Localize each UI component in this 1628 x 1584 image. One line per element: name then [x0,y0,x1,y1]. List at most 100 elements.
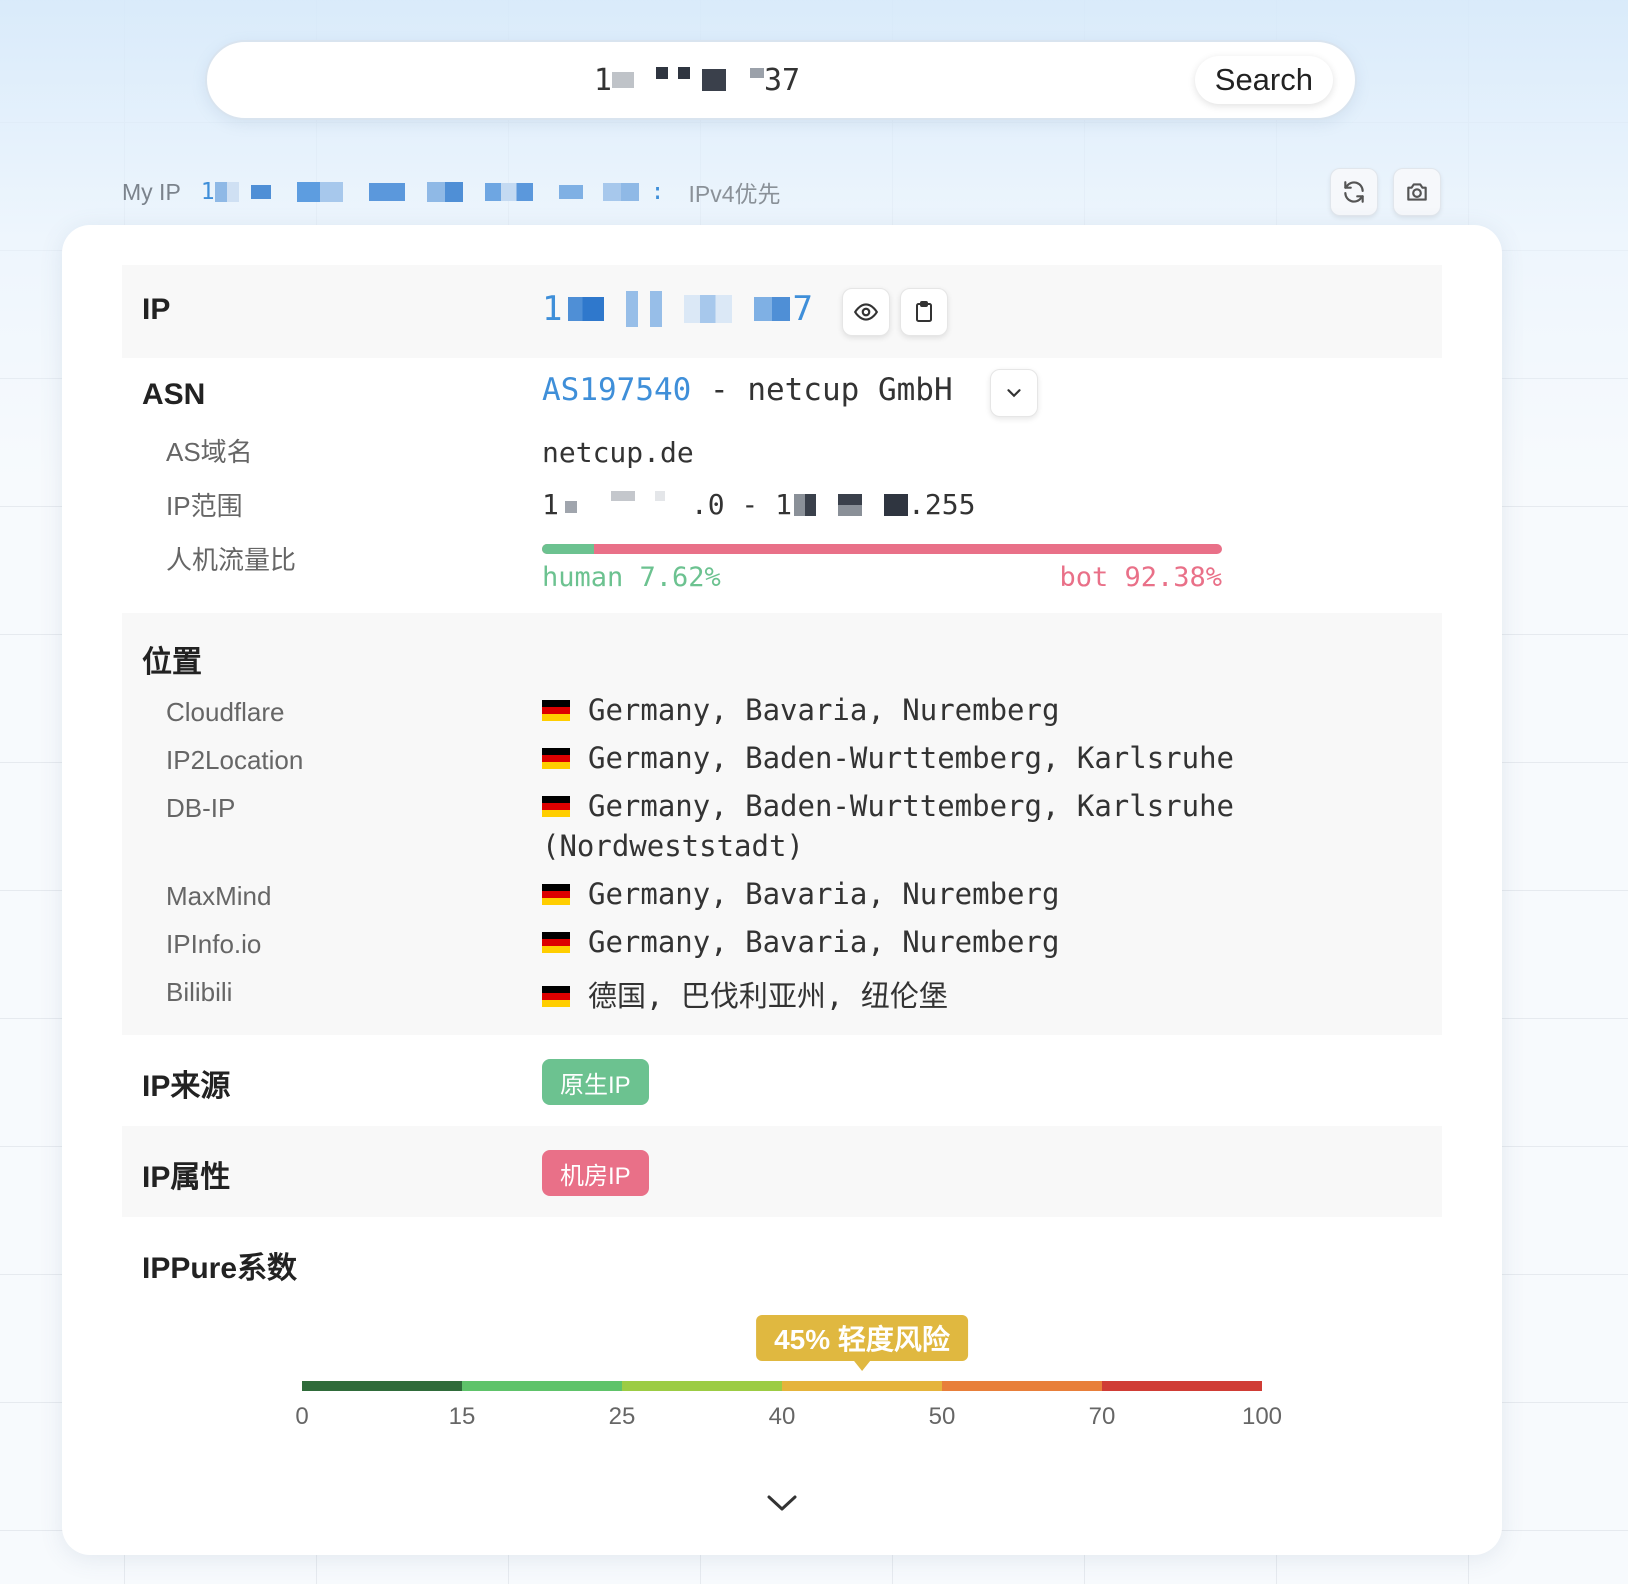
risk-scale-tick: 100 [1241,1403,1283,1430]
my-ip-value-prefix: 1 [200,179,215,205]
masked-text [426,182,463,202]
refresh-button[interactable] [1330,168,1378,216]
risk-scale-tick: 40 [768,1403,796,1430]
masked-text [368,183,405,201]
asn-separator: - [691,372,748,408]
ip-preference[interactable]: IPv4优先 [689,175,781,209]
location-source-dbip: DB-IP [166,793,236,823]
location-value-maxmind: Germany, Bavaria, Nuremberg [542,877,1059,911]
asn-number-link[interactable]: AS197540 [542,372,691,408]
location-text: Germany, Bavaria, Nuremberg [588,693,1060,727]
location-label: 位置 [142,646,202,679]
as-domain-value: netcup.de [542,436,694,469]
location-text: Germany, Baden-Wurttemberg, Karlsruhe [588,789,1235,823]
location-value-ip2location: Germany, Baden-Wurttemberg, Karlsruhe [542,741,1234,775]
ip-attribute-label: IP属性 [142,1161,231,1194]
masked-text [794,493,817,516]
my-ip-value[interactable]: 1 : [201,179,665,205]
copy-ip-button[interactable] [900,288,948,336]
as-domain-label: AS域名 [166,437,253,467]
masked-text [558,185,583,199]
eye-icon [853,303,879,321]
datacenter-ip-badge: 机房IP [542,1150,649,1196]
masked-text [296,182,343,202]
germany-flag-icon [542,931,570,953]
location-text: Germany, Bavaria, Nuremberg [588,925,1060,959]
search-bar: 1 37 Search [205,40,1357,120]
masked-text [677,67,690,79]
ip-range-start-prefix: 1 [542,488,559,521]
germany-flag-icon [542,985,570,1007]
masked-text [701,69,726,91]
traffic-ratio-bar [542,544,1222,554]
bot-ratio-text: bot 92.38% [1059,562,1222,593]
human-ratio-text: human 7.62% [542,562,721,593]
location-text: Germany, Bavaria, Nuremberg [588,877,1060,911]
masked-text [884,493,909,516]
masked-text [602,183,639,201]
masked-text [749,68,764,78]
search-input[interactable]: 1 37 [247,56,1147,104]
risk-scale-tick: 50 [928,1403,956,1430]
risk-score-tag: 45% 轻度风险 [756,1315,968,1371]
ip-range-end-suffix: .255 [908,488,976,521]
chevron-down-icon [767,1495,797,1511]
my-ip-row: My IP 1 : IPv4优先 [122,172,781,212]
location-section: 位置 Cloudflare Germany, Bavaria, Nurember… [122,613,1442,1035]
ip-source-label: IP来源 [142,1070,231,1103]
location-source-maxmind: MaxMind [166,881,272,911]
masked-text [654,490,665,501]
risk-scale-segment [622,1381,782,1391]
asn-expand-button[interactable] [990,369,1038,417]
search-value-prefix: 1 [593,62,612,98]
ippure-label: IPPure系数 [142,1252,298,1285]
masked-text [684,295,733,323]
germany-flag-icon [542,747,570,769]
masked-text [250,185,271,199]
location-text: 德国, 巴伐利亚州, 纽伦堡 [588,979,948,1013]
germany-flag-icon [542,795,570,817]
masked-text [754,297,791,321]
asn-section: ASN AS197540 - netcup GmbH AS域名 netcup.d… [122,358,1442,613]
location-value-dbip: Germany, Baden-Wurttemberg, Karlsruhe [542,789,1234,823]
location-value-bilibili: 德国, 巴伐利亚州, 纽伦堡 [542,973,948,1015]
location-value-dbip-cont: (Nordweststadt) [542,829,804,863]
screenshot-button[interactable] [1393,168,1441,216]
ip-value-prefix: 1 [542,289,563,329]
germany-flag-icon [542,883,570,905]
ip-attribute-row: IP属性 机房IP [122,1126,1442,1217]
masked-text [568,297,605,321]
risk-scale-tick: 15 [448,1403,476,1430]
traffic-ratio-label: 人机流量比 [166,545,297,575]
risk-scale-segment [302,1381,462,1391]
location-source-cloudflare: Cloudflare [166,697,285,727]
masked-text [214,182,239,202]
location-value-ipinfo: Germany, Bavaria, Nuremberg [542,925,1059,959]
ip-value-suffix: 7 [792,289,813,329]
masked-text [838,493,863,516]
traffic-ratio-human-fill [542,544,594,554]
clipboard-icon [916,301,932,322]
search-button[interactable]: Search [1194,56,1333,104]
risk-scale-segment [1102,1381,1262,1391]
location-text: Germany, Baden-Wurttemberg, Karlsruhe [588,741,1235,775]
expand-more-button[interactable] [752,1483,812,1523]
masked-text [626,291,663,327]
risk-scale-segment [462,1381,622,1391]
ippure-section: IPPure系数 45% 轻度风险 0 15 25 40 50 70 100 [122,1217,1442,1447]
search-value-suffix: 37 [763,62,801,98]
ip-range-value: 1 .0 - 1 .255 [542,488,975,521]
risk-scale: 0 15 25 40 50 70 100 [295,1381,1282,1430]
ip-range-mid: .0 - 1 [690,488,793,521]
my-ip-label: My IP [122,178,181,205]
masked-text [655,67,668,79]
masked-text [484,183,533,201]
asn-label: ASN [142,378,206,411]
masked-text [564,500,577,513]
ip-value[interactable]: 1 7 [542,289,813,329]
masked-text [610,490,635,501]
asn-org: netcup GmbH [747,372,953,408]
toggle-visibility-button[interactable] [842,288,890,336]
ip-range-label: IP范围 [166,491,243,521]
risk-scale-segment [942,1381,1102,1391]
